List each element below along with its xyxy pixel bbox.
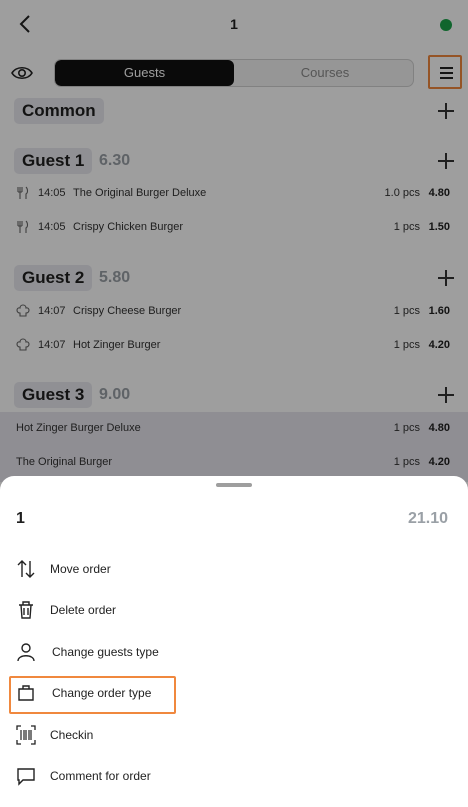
action-label: Checkin — [50, 728, 94, 742]
order-actions-sheet: 1 21.10 Move order Delete order Change g… — [0, 476, 468, 807]
sheet-drag-handle[interactable] — [216, 483, 252, 487]
person-icon — [17, 643, 35, 662]
barcode-icon — [16, 725, 36, 745]
move-order-action[interactable]: Move order — [0, 550, 468, 586]
sheet-order-number: 1 — [16, 510, 25, 527]
change-order-type-highlight — [9, 676, 176, 714]
sheet-order-total: 21.10 — [407, 510, 448, 527]
action-label: Comment for order — [50, 769, 151, 783]
move-arrows-icon — [17, 560, 35, 578]
trash-icon — [19, 601, 33, 619]
action-label: Delete order — [50, 603, 117, 617]
comment-icon — [17, 768, 35, 786]
change-guests-type-action[interactable]: Change guests type — [0, 633, 468, 669]
action-label: Move order — [50, 562, 111, 576]
checkin-action[interactable]: Checkin — [0, 716, 468, 752]
comment-for-order-action[interactable]: Comment for order — [0, 757, 468, 793]
action-label: Change guests type — [52, 645, 159, 659]
delete-order-action[interactable]: Delete order — [0, 591, 468, 627]
